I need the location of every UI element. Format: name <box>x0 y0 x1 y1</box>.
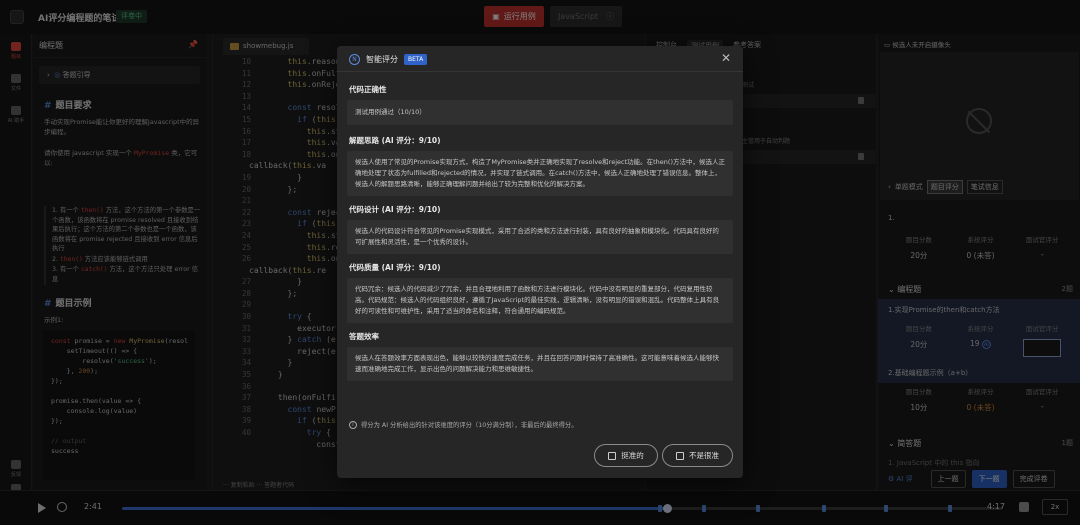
section-text: 候选人使用了常见的Promise实现方式，构造了MyPromise类并正确地实现… <box>347 151 733 196</box>
thumbs-up-icon <box>608 451 617 460</box>
section-text: 测试用例通过（10/10） <box>347 100 733 125</box>
dialog-body: 代码正确性 测试用例通过（10/10） 解题思路 (AI 评分：9/10) 候选… <box>347 84 733 389</box>
section-title: 代码正确性 <box>349 85 387 94</box>
score-note: i 得分为 AI 分析给出的针对该维度的评分（10分满分制），非最后的最终得分。 <box>349 420 578 429</box>
feedback-accurate-button[interactable]: 挺准的 <box>594 444 658 467</box>
section-text: 候选人的代码设计符合常见的Promise实现模式，采用了合适的类和方法进行封装，… <box>347 220 733 254</box>
section-title: 答题效率 <box>349 332 379 341</box>
dialog-header: N 智能评分 BETA ✕ <box>337 46 743 72</box>
section-title: 解题思路 (AI 评分：9/10) <box>349 136 441 145</box>
close-icon[interactable]: ✕ <box>721 51 731 65</box>
section-text: 代码冗余：候选人的代码减少了冗余，并且合理地利用了函数和方法进行模块化。代码中没… <box>347 278 733 323</box>
thumbs-down-icon <box>676 451 684 460</box>
beta-badge: BETA <box>404 54 428 65</box>
dialog-title: 智能评分 <box>366 55 398 64</box>
section-text: 候选人在答题效率方面表现出色，能够以较快的速度完成任务，并且在回答问题时保持了高… <box>347 347 733 381</box>
section-title: 代码质量 (AI 评分：9/10) <box>349 263 441 272</box>
ai-score-dialog: N 智能评分 BETA ✕ 代码正确性 测试用例通过（10/10） 解题思路 (… <box>337 46 743 478</box>
ai-logo-icon: N <box>349 54 360 65</box>
feedback-inaccurate-button[interactable]: 不是很准 <box>662 444 733 467</box>
info-icon: i <box>349 420 357 429</box>
section-title: 代码设计 (AI 评分：9/10) <box>349 205 441 214</box>
